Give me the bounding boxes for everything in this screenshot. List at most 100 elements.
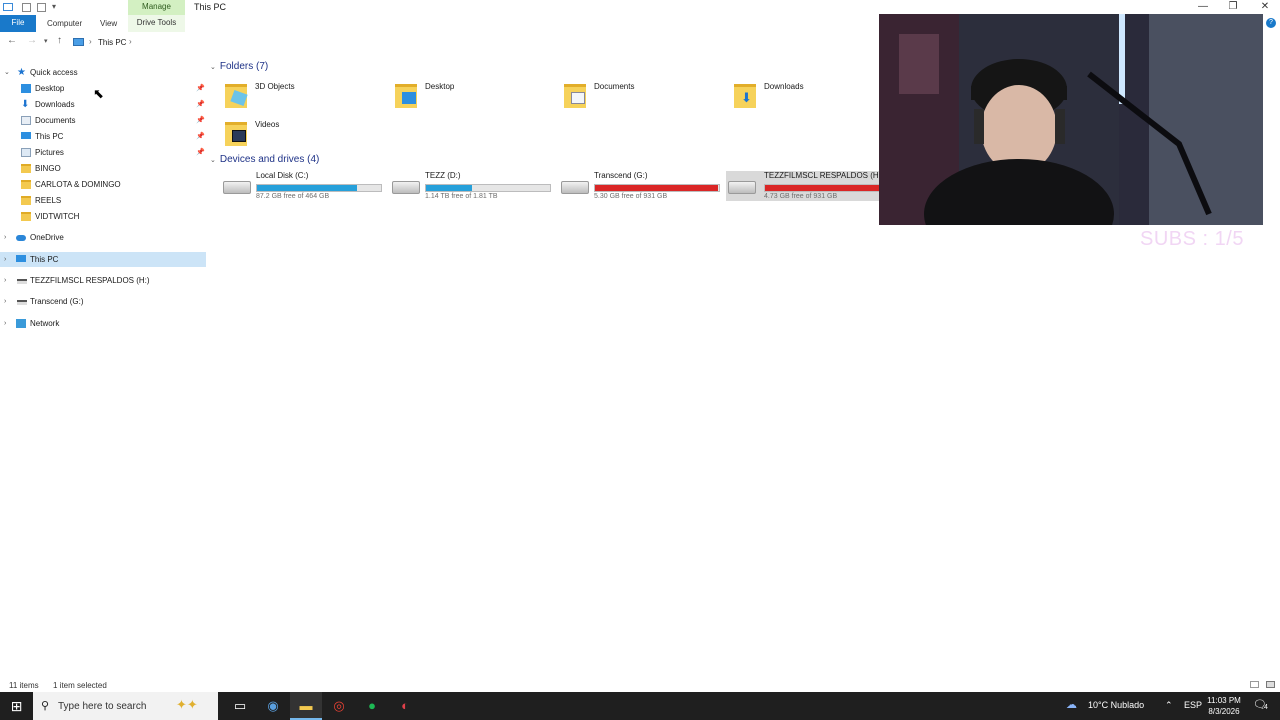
help-button[interactable]: ?: [1266, 18, 1276, 28]
title-bar: ▾ Manage This PC — ❐ ✕: [0, 0, 1280, 15]
drive-name: TEZZ (D:): [425, 171, 461, 180]
windows-start-icon[interactable]: ⊞: [0, 692, 33, 720]
large-icons-view-icon[interactable]: [1266, 681, 1275, 688]
drive-c[interactable]: Local Disk (C:) 87.2 GB free of 464 GB: [221, 171, 386, 201]
nav-item-carlota-domingo[interactable]: CARLOTA & DOMINGO: [0, 177, 206, 192]
nav-item-drive-g[interactable]: › Transcend (G:): [0, 294, 206, 309]
task-view-icon[interactable]: ▭: [224, 692, 256, 720]
chevron-right-icon[interactable]: ›: [4, 316, 6, 331]
chevron-right-icon[interactable]: ›: [4, 252, 6, 267]
chevron-right-icon[interactable]: ›: [4, 294, 6, 309]
folders-section-header[interactable]: ⌄ Folders (7): [210, 61, 268, 72]
computer-icon: [16, 255, 26, 262]
nav-item-this-pc[interactable]: › This PC: [0, 252, 206, 267]
forward-arrow-icon[interactable]: →: [27, 35, 37, 46]
minimize-button[interactable]: —: [1188, 0, 1218, 15]
nav-item-bingo[interactable]: BINGO: [0, 161, 206, 176]
pin-icon[interactable]: 📌: [196, 129, 205, 144]
nav-item-vidtwitch[interactable]: VIDTWITCH: [0, 209, 206, 224]
tab-view[interactable]: View: [100, 19, 117, 28]
close-button[interactable]: ✕: [1250, 0, 1280, 15]
drives-section-header[interactable]: ⌄ Devices and drives (4): [210, 154, 319, 165]
spotify-icon[interactable]: ●: [356, 692, 388, 720]
clock[interactable]: 11:03 PM 8/3/2026: [1200, 695, 1248, 717]
chevron-up-icon[interactable]: ⌃: [1165, 700, 1173, 711]
nav-item-documents[interactable]: Documents 📌: [0, 113, 206, 128]
restore-button[interactable]: ❐: [1218, 0, 1248, 15]
nav-item-reels[interactable]: REELS: [0, 193, 206, 208]
drive-usage-bar: [764, 184, 890, 192]
drive-usage-fill: [426, 185, 472, 191]
chevron-right-icon[interactable]: ›: [4, 230, 6, 245]
nav-label: CARLOTA & DOMINGO: [35, 180, 121, 189]
folder-icon: [21, 164, 31, 173]
pin-icon[interactable]: 📌: [196, 81, 205, 96]
folder-documents[interactable]: Documents: [549, 82, 709, 114]
breadcrumb-this-pc[interactable]: This PC: [98, 38, 126, 47]
search-placeholder: Type here to search: [58, 701, 147, 712]
pin-icon[interactable]: 📌: [196, 97, 205, 112]
nav-item-onedrive[interactable]: › OneDrive: [0, 230, 206, 245]
drive-icon: [728, 181, 756, 194]
drives-header-label: Devices and drives (4): [219, 154, 320, 165]
address-input[interactable]: › This PC ›: [70, 35, 878, 49]
nav-label: Desktop: [35, 84, 65, 93]
chevron-down-icon[interactable]: ⌄: [210, 64, 216, 71]
tab-drive-tools[interactable]: Drive Tools: [128, 15, 185, 32]
file-explorer-icon[interactable]: ▬: [290, 692, 322, 720]
nav-item-pictures[interactable]: Pictures 📌: [0, 145, 206, 160]
folder-downloads[interactable]: ⬇ Downloads: [719, 82, 879, 114]
drive-usage-fill: [257, 185, 358, 191]
nav-label: OneDrive: [30, 233, 64, 242]
folder-videos[interactable]: Videos: [210, 120, 370, 152]
drive-usage-bar: [256, 184, 382, 192]
nav-item-drive-h[interactable]: › TEZZFILMSCL RESPALDOS (H:): [0, 273, 206, 288]
folder-3d-objects[interactable]: 3D Objects: [210, 82, 370, 114]
nav-label: Network: [30, 319, 60, 328]
manage-tab[interactable]: Manage: [128, 0, 185, 15]
obs-icon[interactable]: ◐: [389, 692, 421, 720]
properties-icon[interactable]: [22, 3, 31, 12]
drive-d[interactable]: TEZZ (D:) 1.14 TB free of 1.81 TB: [390, 171, 555, 201]
pin-icon[interactable]: 📌: [196, 113, 205, 128]
drive-free-space: 87.2 GB free of 464 GB: [256, 193, 330, 200]
tab-computer[interactable]: Computer: [47, 19, 82, 28]
weather-cloud-icon: ☁: [1066, 699, 1077, 711]
breadcrumb-separator[interactable]: ›: [129, 37, 132, 46]
nav-item-network[interactable]: › Network: [0, 316, 206, 331]
computer-icon: [21, 132, 31, 139]
back-arrow-icon[interactable]: ←: [7, 35, 17, 46]
folder-icon: [21, 196, 31, 205]
drive-name: TEZZFILMSCL RESPALDOS (H:): [764, 171, 884, 180]
folder-name: 3D Objects: [255, 82, 295, 91]
drive-h[interactable]: TEZZFILMSCL RESPALDOS (H:) 4.73 GB free …: [726, 171, 891, 201]
window-title: This PC: [194, 2, 227, 12]
breadcrumb-separator[interactable]: ›: [89, 37, 92, 46]
search-icon: ⚲: [41, 700, 50, 712]
pin-icon[interactable]: 📌: [196, 145, 205, 160]
folder-desktop[interactable]: Desktop: [380, 82, 540, 114]
weather-text[interactable]: 10°C Nublado: [1088, 700, 1144, 710]
steam-icon[interactable]: ◉: [257, 692, 289, 720]
search-highlight-icon[interactable]: ✦✦: [176, 697, 198, 713]
chevron-down-icon[interactable]: ⌄: [4, 65, 10, 80]
customize-qat-icon[interactable]: ▾: [52, 2, 56, 11]
up-arrow-icon[interactable]: ↑: [57, 35, 62, 46]
chevron-down-icon[interactable]: ⌄: [210, 157, 216, 164]
drive-usage-bar: [425, 184, 551, 192]
chrome-icon[interactable]: ◎: [323, 692, 355, 720]
chevron-right-icon[interactable]: ›: [4, 273, 6, 288]
clock-time: 11:03 PM: [1207, 696, 1241, 705]
webcam-overlay: [879, 14, 1263, 225]
taskbar-search-input[interactable]: ⚲ Type here to search ✦✦: [33, 692, 218, 720]
tab-file[interactable]: File: [0, 15, 36, 32]
drive-g[interactable]: Transcend (G:) 5.30 GB free of 931 GB: [559, 171, 724, 201]
nav-quick-access[interactable]: ⌄ ★ Quick access: [0, 65, 206, 80]
new-folder-icon[interactable]: [37, 3, 46, 12]
recent-locations-icon[interactable]: ▾: [44, 37, 48, 45]
folder-icon: [21, 212, 31, 221]
drive-usage-bar: [594, 184, 720, 192]
star-icon: ★: [17, 67, 26, 78]
nav-item-this-pc-pinned[interactable]: This PC 📌: [0, 129, 206, 144]
details-view-icon[interactable]: [1250, 681, 1259, 688]
